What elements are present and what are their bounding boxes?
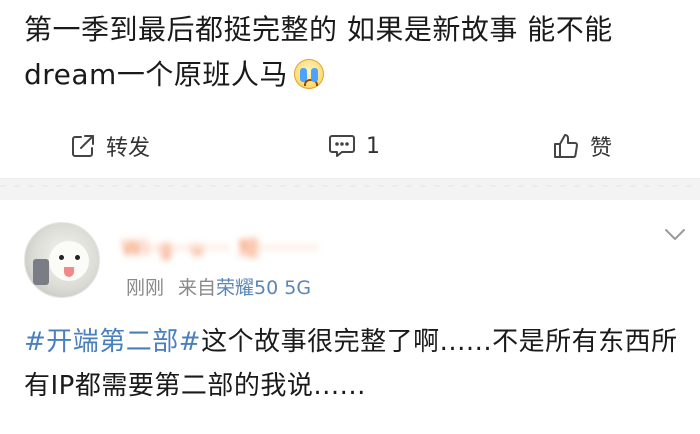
- share-label: 转发: [106, 136, 151, 161]
- share-button[interactable]: 转发: [70, 128, 150, 164]
- comment-icon: [329, 135, 355, 157]
- comment-button[interactable]: 1: [328, 128, 380, 164]
- post-time: 刚刚: [126, 277, 165, 299]
- feed-divider: [0, 178, 700, 201]
- post-top-text-line1: 第一季到最后都挺完整的 如果是新故事 能不能: [24, 13, 613, 46]
- post-top-action-bar: 转发 1 赞: [0, 128, 700, 164]
- thumbs-up-icon: [554, 134, 578, 158]
- avatar[interactable]: [24, 222, 100, 298]
- like-label: 赞: [590, 136, 613, 161]
- hashtag-link[interactable]: #开端第二部#: [24, 327, 201, 357]
- post-top-text-line2: dream一个原班人马: [24, 55, 324, 95]
- share-icon: [72, 135, 94, 157]
- post-body: #开端第二部#这个故事很完整了啊......不是所有东西所有IP都需要第二部的我…: [24, 320, 684, 408]
- post-top: 第一季到最后都挺完整的 如果是新故事 能不能 dream一个原班人马 转发 1 …: [0, 0, 700, 176]
- post-bottom: Wi·g··u··· 短······· 刚刚 来自荣耀50 5G #开端第二部#这…: [0, 200, 700, 434]
- post-source-prefix: 来自: [178, 277, 217, 299]
- like-button[interactable]: 赞: [552, 128, 612, 164]
- crying-emoji-icon: [293, 59, 324, 89]
- post-meta: 刚刚 来自荣耀50 5G: [126, 273, 311, 300]
- comment-count: 1: [366, 133, 380, 159]
- post-source-device[interactable]: 荣耀50 5G: [216, 277, 311, 299]
- weibo-screen: 第一季到最后都挺完整的 如果是新故事 能不能 dream一个原班人马 转发 1 …: [0, 0, 700, 434]
- post-top-text-line2-text: dream一个原班人马: [24, 58, 288, 91]
- username[interactable]: Wi·g··u··· 短·······: [122, 232, 319, 260]
- chevron-down-icon[interactable]: [664, 228, 686, 242]
